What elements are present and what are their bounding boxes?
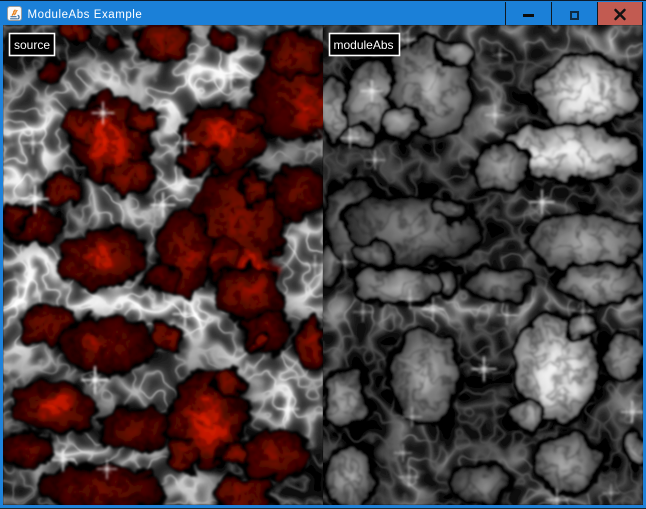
svg-text:ModuleAbs Example: ModuleAbs Example <box>28 9 143 21</box>
svg-text:source: source <box>14 38 50 52</box>
svg-text:moduleAbs: moduleAbs <box>334 38 394 52</box>
